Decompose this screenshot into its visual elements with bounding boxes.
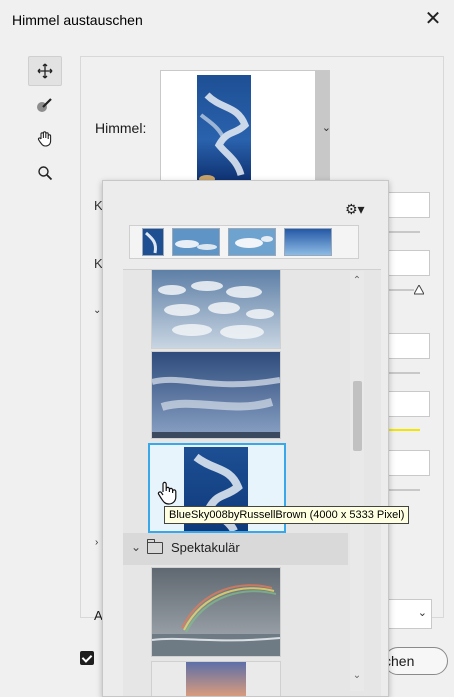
preset-sky-thumbnail[interactable]	[284, 228, 332, 256]
value-field[interactable]	[384, 333, 430, 359]
sky-picker-popup: ⚙▾ ⌄ Spektakulär ⌃ ⌄	[102, 180, 389, 697]
value-field[interactable]	[384, 391, 430, 417]
slider-track[interactable]	[384, 372, 420, 374]
recent-skies	[129, 225, 359, 259]
chevron-down-icon[interactable]: ⌄	[350, 670, 364, 681]
close-icon[interactable]: ✕	[420, 6, 446, 32]
chevron-down-icon[interactable]: ⌄	[131, 540, 141, 554]
slider-track[interactable]	[384, 489, 420, 491]
scrollbar-thumb[interactable]	[353, 381, 362, 451]
preset-sky-thumbnail[interactable]	[228, 228, 276, 256]
ok-button[interactable]: chen	[384, 647, 448, 675]
sky-list-item[interactable]	[151, 661, 281, 696]
sky-list-item[interactable]	[151, 567, 281, 657]
scrollbar[interactable]: ⌃ ⌄	[350, 271, 364, 691]
slider-track[interactable]	[384, 231, 420, 233]
slider-handle[interactable]	[414, 285, 424, 295]
category-label: Spektakulär	[171, 540, 240, 555]
title-bar: Himmel austauschen ✕	[0, 0, 454, 40]
sky-brush-tool-icon[interactable]	[28, 90, 62, 120]
sky-list-item[interactable]	[151, 269, 281, 349]
sky-thumbnail	[197, 75, 251, 183]
zoom-tool-icon[interactable]	[28, 158, 62, 188]
chevron-down-icon[interactable]: ⌄	[322, 121, 331, 134]
hand-cursor-icon	[157, 481, 177, 505]
value-field[interactable]	[384, 450, 430, 476]
output-select[interactable]: ⌄	[384, 599, 432, 629]
gear-icon[interactable]: ⚙▾	[345, 201, 365, 218]
sky-list-item[interactable]	[151, 351, 281, 439]
chevron-up-icon[interactable]: ⌃	[350, 275, 364, 286]
preview-checkbox[interactable]	[80, 651, 94, 665]
window-title: Himmel austauschen	[12, 12, 143, 28]
value-field[interactable]	[384, 192, 430, 218]
value-field[interactable]	[384, 250, 430, 276]
preset-sky-thumbnail[interactable]	[172, 228, 220, 256]
preset-sky-thumbnail[interactable]	[142, 228, 164, 256]
chevron-down-icon[interactable]: ⌄	[93, 305, 101, 316]
folder-icon	[147, 539, 163, 554]
sky-selector[interactable]: ⌄	[160, 70, 331, 187]
tool-bar	[28, 56, 66, 192]
tooltip: BlueSky008byRussellBrown (4000 x 5333 Pi…	[164, 506, 410, 524]
chevron-right-icon[interactable]: ›	[95, 537, 98, 548]
color-slider-track[interactable]	[384, 429, 420, 431]
sky-label: Himmel:	[95, 120, 147, 136]
chevron-down-icon: ⌄	[417, 607, 427, 619]
hand-tool-icon[interactable]	[28, 124, 62, 154]
category-row[interactable]: ⌄ Spektakulär	[123, 533, 348, 565]
move-tool-icon[interactable]	[28, 56, 62, 86]
